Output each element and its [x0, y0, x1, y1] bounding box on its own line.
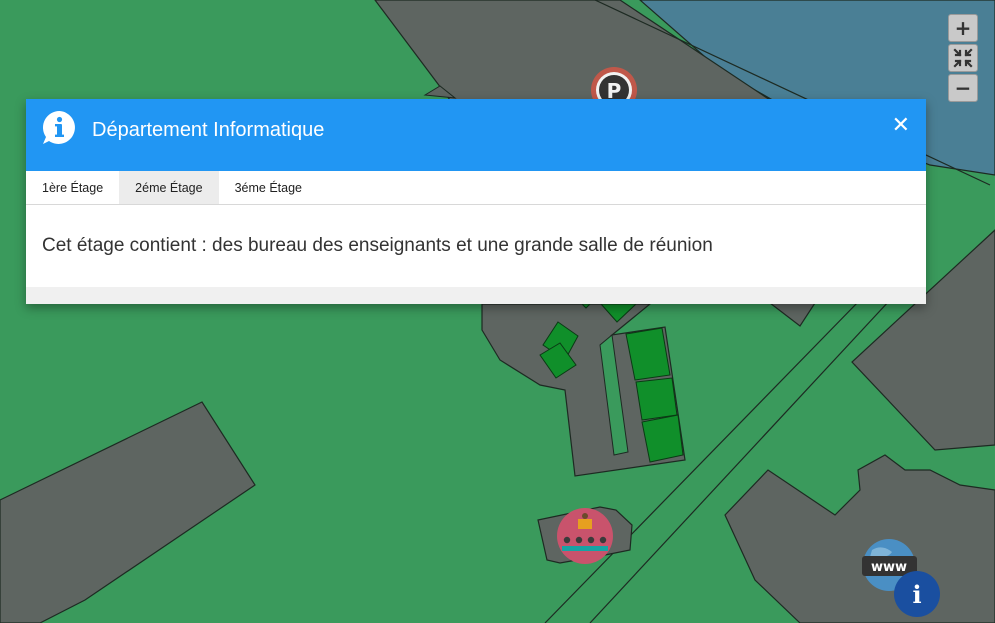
- zoom-in-button[interactable]: +: [948, 14, 978, 42]
- tab-floor-1[interactable]: 1ère Étage: [26, 171, 119, 204]
- tab-floor-3[interactable]: 3éme Étage: [219, 171, 318, 204]
- classroom-marker[interactable]: [557, 508, 613, 564]
- floor-description: Cet étage contient : des bureau des ense…: [42, 235, 713, 256]
- info-bubble-icon: [42, 111, 75, 144]
- floor-tabs: 1ère Étage 2éme Étage 3éme Étage: [26, 171, 926, 205]
- tab-floor-2[interactable]: 2éme Étage: [119, 171, 219, 204]
- fit-extent-button[interactable]: [948, 44, 978, 72]
- popup-footer: [26, 287, 926, 304]
- info-icon: i: [912, 580, 921, 609]
- popup-title: Département Informatique: [92, 119, 325, 141]
- www-label: www: [871, 560, 907, 575]
- popup-header: Département Informatique ✕: [26, 99, 926, 171]
- close-button[interactable]: ✕: [892, 113, 910, 139]
- map-canvas[interactable]: P www i: [0, 0, 995, 623]
- info-popup: Département Informatique ✕ 1ère Étage 2é…: [26, 99, 926, 304]
- tab-content: Cet étage contient : des bureau des ense…: [26, 205, 926, 287]
- info-marker[interactable]: i: [894, 571, 940, 617]
- zoom-controls: + −: [948, 14, 978, 102]
- zoom-out-button[interactable]: −: [948, 74, 978, 102]
- compress-arrows-icon: [953, 48, 973, 68]
